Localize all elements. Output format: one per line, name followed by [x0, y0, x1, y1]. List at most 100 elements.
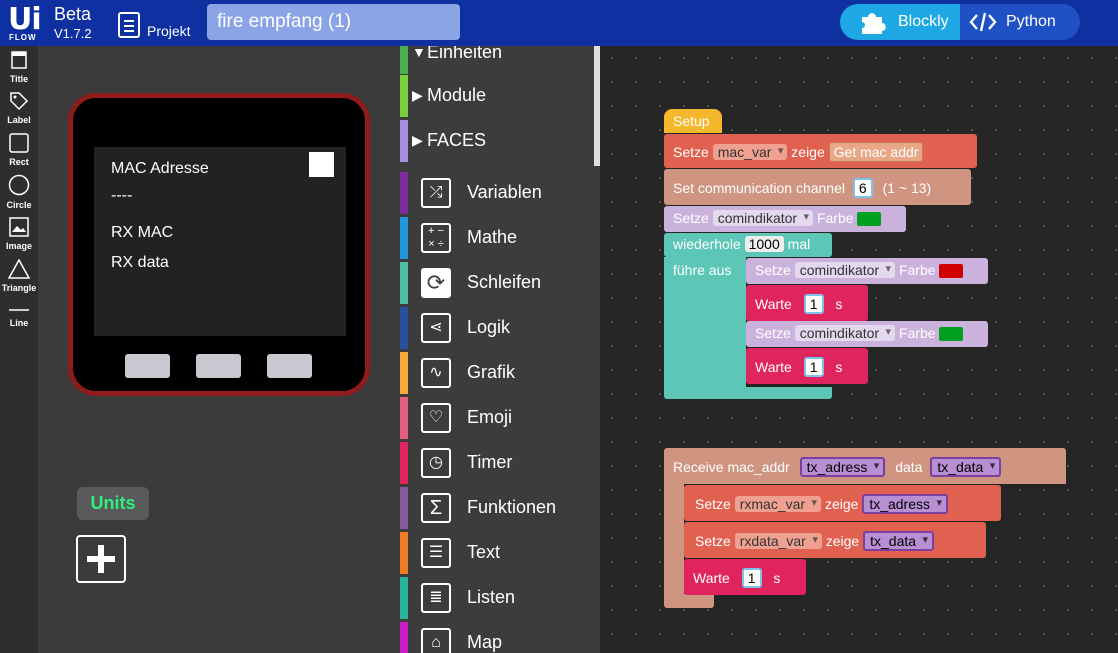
- indicator-rect[interactable]: [309, 152, 334, 177]
- repeat-body-frame: führe aus: [664, 257, 746, 387]
- tool-rect[interactable]: Rect: [0, 133, 38, 167]
- document-icon[interactable]: [118, 12, 140, 38]
- project-name-input[interactable]: [207, 4, 460, 40]
- image-icon: [9, 217, 29, 237]
- blockly-button[interactable]: Blockly: [840, 4, 960, 40]
- repeat-count[interactable]: 1000: [744, 236, 784, 252]
- category-variablen[interactable]: ⤮ Variablen: [400, 172, 594, 214]
- device-stage: MAC Adresse ---- RX MAC RX data Units: [38, 46, 400, 653]
- device-screen[interactable]: MAC Adresse ---- RX MAC RX data: [94, 147, 346, 336]
- triangle-right-icon: ▶: [412, 87, 423, 103]
- category-grafik[interactable]: ∿ Grafik: [400, 352, 594, 394]
- setup-block[interactable]: Setup: [664, 109, 722, 133]
- map-icon: ⌂: [421, 628, 451, 653]
- label-dashes[interactable]: ----: [111, 187, 132, 205]
- timer-icon: ◷: [421, 448, 451, 478]
- channel-number[interactable]: 6: [852, 178, 873, 198]
- text-icon: ☰: [421, 538, 451, 568]
- hw-button-a[interactable]: [125, 354, 170, 378]
- add-unit-button[interactable]: [76, 535, 126, 583]
- category-mathe[interactable]: + − × ÷ Mathe: [400, 217, 594, 259]
- rect-icon: [9, 133, 29, 153]
- label-mac-adresse[interactable]: MAC Adresse: [111, 160, 209, 178]
- beta-label: Beta: [54, 4, 92, 24]
- code-icon: [969, 12, 997, 32]
- receive-footer: [664, 594, 714, 608]
- category-funktionen[interactable]: Σ Funktionen: [400, 487, 594, 529]
- tool-title[interactable]: Title: [0, 50, 38, 84]
- set-rxmac-block[interactable]: Setze rxmac_var zeige tx_adress: [684, 485, 1001, 521]
- triangle-right-icon: ▶: [412, 132, 423, 148]
- color-swatch-green[interactable]: [857, 212, 882, 227]
- category-schleifen[interactable]: ⟳ Schleifen: [400, 262, 594, 304]
- shuffle-icon: ⤮: [421, 178, 451, 208]
- logic-icon: ⋖: [421, 313, 451, 343]
- ui-tools-rail: Title Label Rect Circle Image Triangle L…: [0, 46, 38, 653]
- repeat-footer: [664, 387, 832, 399]
- hw-button-b[interactable]: [196, 354, 241, 378]
- blockly-workspace[interactable]: Setup Setze mac_var zeige Get mac addr S…: [600, 46, 1118, 653]
- wait-seconds[interactable]: 1: [803, 357, 824, 377]
- category-module[interactable]: ▶ Module: [400, 75, 594, 117]
- tool-image[interactable]: Image: [0, 217, 38, 251]
- set-mac-var-block[interactable]: Setze mac_var zeige Get mac addr: [664, 134, 977, 168]
- receive-body-frame: [664, 484, 684, 594]
- m5stack-device: MAC Adresse ---- RX MAC RX data: [68, 93, 370, 396]
- heart-icon: ♡: [421, 403, 451, 433]
- set-channel-block[interactable]: Set communication channel 6 (1 ~ 13): [664, 169, 971, 205]
- category-faces[interactable]: ▶ FACES: [400, 120, 594, 162]
- color-swatch-green[interactable]: [939, 327, 964, 342]
- category-timer[interactable]: ◷ Timer: [400, 442, 594, 484]
- line-icon: [9, 309, 29, 311]
- tool-line[interactable]: Line: [0, 306, 38, 328]
- label-rx-data[interactable]: RX data: [111, 254, 169, 272]
- wait-seconds[interactable]: 1: [803, 294, 824, 314]
- category-listen[interactable]: ≣ Listen: [400, 577, 594, 619]
- wait-block[interactable]: Warte 1 s: [746, 285, 868, 321]
- color-swatch-red[interactable]: [939, 264, 964, 279]
- set-rxdata-block[interactable]: Setze rxdata_var zeige tx_data: [684, 522, 986, 558]
- triangle-icon: [7, 258, 31, 279]
- circle-icon: [8, 174, 30, 196]
- category-logik[interactable]: ⋖ Logik: [400, 307, 594, 349]
- tx-adress-var[interactable]: tx_adress: [799, 457, 886, 477]
- uiflow-logo: Ui FLOW: [8, 2, 42, 42]
- mode-switch: Blockly Python: [840, 4, 1080, 40]
- tool-label[interactable]: Label: [0, 91, 38, 125]
- var-dropdown[interactable]: rxdata_var: [734, 533, 822, 549]
- set-rgb-red-block[interactable]: Setze comindikator Farbe: [746, 258, 988, 284]
- set-rgb-green-block[interactable]: Setze comindikator Farbe: [664, 206, 906, 232]
- graph-icon: ∿: [421, 358, 451, 388]
- wait-block-3[interactable]: Warte 1 s: [684, 559, 806, 595]
- rgb-dropdown[interactable]: comindikator: [794, 262, 896, 278]
- wait-seconds[interactable]: 1: [741, 568, 762, 588]
- tx-data-var[interactable]: tx_data: [930, 457, 1002, 477]
- category-emoji[interactable]: ♡ Emoji: [400, 397, 594, 439]
- triangle-down-icon: ▼: [412, 46, 426, 60]
- hw-button-c[interactable]: [267, 354, 312, 378]
- tx-adress-var[interactable]: tx_adress: [862, 494, 949, 514]
- tool-circle[interactable]: Circle: [0, 174, 38, 210]
- label-rx-mac[interactable]: RX MAC: [111, 224, 173, 242]
- set-rgb-green-block-2[interactable]: Setze comindikator Farbe: [746, 321, 988, 347]
- wait-block-2[interactable]: Warte 1 s: [746, 348, 868, 384]
- var-dropdown[interactable]: mac_var: [712, 144, 788, 160]
- projekt-menu[interactable]: Projekt: [147, 23, 191, 39]
- receive-event-block[interactable]: Receive mac_addr tx_adress data tx_data: [664, 448, 1066, 484]
- category-text[interactable]: ☰ Text: [400, 532, 594, 574]
- rgb-dropdown[interactable]: comindikator: [794, 325, 896, 341]
- get-mac-addr-block[interactable]: Get mac addr: [828, 142, 924, 162]
- repeat-block[interactable]: wiederhole 1000 mal: [664, 233, 832, 257]
- tx-data-var[interactable]: tx_data: [863, 531, 935, 551]
- category-map[interactable]: ⌂ Map: [400, 622, 594, 653]
- loop-icon: ⟳: [421, 268, 451, 298]
- rgb-dropdown[interactable]: comindikator: [712, 210, 814, 226]
- tag-icon: [10, 92, 29, 111]
- tool-triangle[interactable]: Triangle: [0, 258, 38, 293]
- python-button[interactable]: Python: [960, 4, 1080, 40]
- category-einheiten[interactable]: ▼ Einheiten: [400, 46, 594, 74]
- var-dropdown[interactable]: rxmac_var: [734, 496, 822, 512]
- block-toolbox: ▼ Einheiten ▶ Module ▶ FACES ⤮ Variablen…: [400, 46, 600, 653]
- sigma-icon: Σ: [421, 493, 451, 523]
- list-icon: ≣: [421, 583, 451, 613]
